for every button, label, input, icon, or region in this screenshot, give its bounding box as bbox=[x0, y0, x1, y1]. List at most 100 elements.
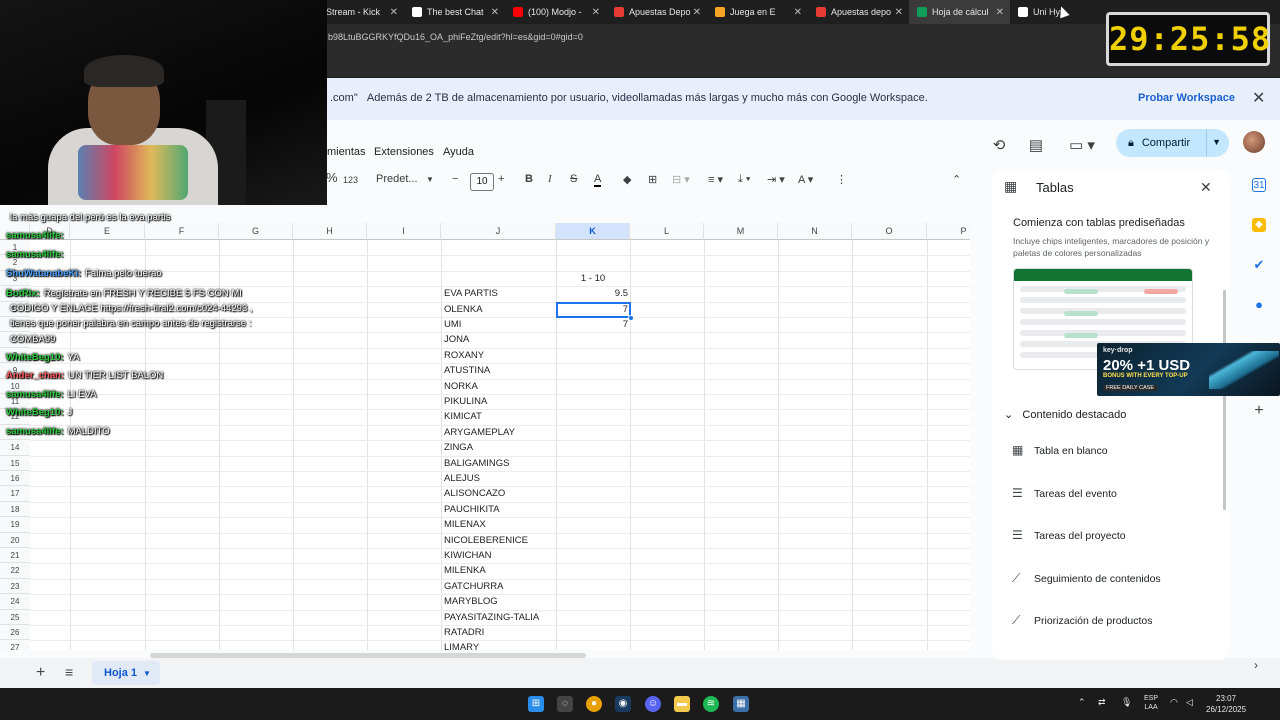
cell-score[interactable] bbox=[558, 440, 628, 455]
cell-score[interactable] bbox=[558, 610, 628, 625]
close-tab-icon[interactable]: ✕ bbox=[693, 7, 701, 18]
column-header[interactable]: M bbox=[704, 223, 778, 240]
panel-template-item[interactable]: ⟋ Seguimiento de contenidos bbox=[1012, 571, 1161, 586]
row-header[interactable]: 18 bbox=[0, 501, 30, 518]
cell-score[interactable] bbox=[558, 425, 628, 440]
chevron-down-icon[interactable]: ▼ bbox=[143, 669, 151, 678]
tray-chevron-icon[interactable]: ⌃ bbox=[1078, 697, 1086, 708]
row-header[interactable]: 21 bbox=[0, 548, 30, 564]
close-tab-icon[interactable]: ✕ bbox=[895, 7, 903, 18]
font-size-input[interactable]: 10 bbox=[470, 173, 494, 191]
cell-name[interactable]: KIWICHAN bbox=[444, 548, 492, 563]
close-tab-icon[interactable]: ✕ bbox=[592, 7, 600, 18]
url-text[interactable]: b98LtuBGGRKYfQDu16_OA_phiFeZtg/edit?hl=e… bbox=[328, 32, 583, 42]
font-select[interactable]: Predet... bbox=[376, 173, 418, 185]
contacts-icon[interactable]: ● bbox=[1252, 298, 1266, 312]
close-panel-icon[interactable]: ✕ bbox=[1200, 179, 1212, 196]
row-header[interactable]: 15 bbox=[0, 455, 30, 471]
chevron-down-icon[interactable]: ▼ bbox=[1212, 137, 1221, 147]
cell-score[interactable] bbox=[558, 348, 628, 363]
cell-score[interactable] bbox=[558, 363, 628, 378]
close-tab-icon[interactable]: ✕ bbox=[491, 7, 499, 18]
close-tab-icon[interactable]: ✕ bbox=[996, 7, 1004, 18]
sheet-tab[interactable]: Hoja 1 ▼ bbox=[92, 661, 160, 685]
cell-score[interactable] bbox=[558, 394, 628, 409]
cell-score[interactable] bbox=[558, 486, 628, 501]
column-header[interactable]: L bbox=[630, 223, 704, 240]
cell-name[interactable]: ALEJUS bbox=[444, 471, 480, 486]
mic-icon[interactable]: 🎙︎ bbox=[1121, 697, 1132, 708]
column-header[interactable]: P bbox=[927, 223, 970, 240]
cell-score[interactable] bbox=[558, 456, 628, 471]
cell-score[interactable] bbox=[558, 517, 628, 532]
share-button[interactable]: 🔒︎ Compartir ▼ bbox=[1116, 129, 1229, 157]
cell-name[interactable]: EVA PARTIS bbox=[444, 286, 498, 301]
text-wrap-icon[interactable]: ⇥ ▾ bbox=[767, 173, 785, 186]
spotify-icon[interactable]: ≋ bbox=[703, 696, 719, 712]
cell-score[interactable] bbox=[558, 471, 628, 486]
meet-icon[interactable]: ▭ ▾ bbox=[1064, 135, 1100, 157]
vertical-align-icon[interactable]: ⤓ ▾ bbox=[738, 173, 751, 186]
start-icon[interactable]: ⊞ bbox=[528, 696, 544, 712]
cell-score[interactable] bbox=[558, 409, 628, 424]
decrease-font-icon[interactable]: − bbox=[452, 173, 458, 185]
wifi-icon[interactable]: ◠ bbox=[1170, 697, 1178, 708]
folder-icon[interactable]: ▬ bbox=[674, 696, 690, 712]
cell-score[interactable]: 9.5 bbox=[558, 286, 628, 301]
more-options-icon[interactable]: ⋮ bbox=[836, 173, 847, 186]
steam-icon[interactable]: ◉ bbox=[615, 696, 631, 712]
merge-cells-icon[interactable]: ⊟ ▾ bbox=[672, 173, 690, 186]
add-addon-icon[interactable]: + bbox=[1252, 403, 1266, 419]
menu-help[interactable]: Ayuda bbox=[443, 146, 474, 158]
clock[interactable]: 23:07 26/12/2025 bbox=[1206, 693, 1246, 715]
cell-name[interactable]: ROXANY bbox=[444, 348, 484, 363]
browser-tab[interactable]: Apuestas depo ✕ bbox=[808, 0, 909, 24]
language-indicator[interactable]: ESP LAA bbox=[1144, 694, 1158, 712]
row-header[interactable]: 24 bbox=[0, 594, 30, 610]
align-icon[interactable]: ≡ ▾ bbox=[708, 173, 723, 186]
column-header[interactable]: K bbox=[556, 223, 630, 240]
cell-name[interactable]: BALIGAMINGS bbox=[444, 456, 509, 471]
cell-score[interactable] bbox=[558, 379, 628, 394]
collapse-toolbar-icon[interactable]: ⌃ bbox=[952, 173, 961, 186]
browser-tab[interactable]: Juega en E ✕ bbox=[707, 0, 808, 24]
panel-template-item[interactable]: ☰ Tareas del evento bbox=[1012, 486, 1117, 500]
row-header[interactable]: 17 bbox=[0, 486, 30, 502]
cell-score[interactable] bbox=[558, 640, 628, 650]
avatar[interactable] bbox=[1243, 131, 1265, 153]
cell-score[interactable] bbox=[558, 625, 628, 640]
text-color-button[interactable]: A bbox=[594, 173, 602, 187]
cell-name[interactable]: OLENKA bbox=[444, 302, 483, 317]
cell-name[interactable]: NICOLEBERENICE bbox=[444, 533, 528, 548]
panel-template-item[interactable]: ▦ Tabla en blanco bbox=[1012, 443, 1108, 457]
cell-score[interactable] bbox=[558, 533, 628, 548]
menu-extensions[interactable]: Extensiones bbox=[374, 146, 434, 158]
close-banner-icon[interactable]: ✕ bbox=[1252, 88, 1265, 108]
cell-name[interactable]: LIMARY bbox=[444, 640, 479, 650]
cell-score[interactable] bbox=[558, 548, 628, 563]
browser-tab[interactable]: (100) Modjo - ✕ bbox=[505, 0, 606, 24]
cell-name[interactable]: MILENKA bbox=[444, 563, 486, 578]
panel-template-item[interactable]: ☰ Tareas del proyecto bbox=[1012, 528, 1126, 542]
keep-icon[interactable]: ◆ bbox=[1252, 218, 1266, 232]
cell-score[interactable] bbox=[558, 594, 628, 609]
add-sheet-icon[interactable]: + bbox=[36, 664, 45, 682]
cell-name[interactable]: UMI bbox=[444, 317, 461, 332]
panel-template-item[interactable]: ⟋ Priorización de productos bbox=[1012, 613, 1152, 628]
panel-scrollbar[interactable] bbox=[1223, 290, 1226, 510]
zoom-icon[interactable]: % bbox=[326, 170, 338, 185]
column-header[interactable]: O bbox=[852, 223, 927, 240]
history-icon[interactable]: ⟲ bbox=[988, 135, 1010, 157]
column-header[interactable]: I bbox=[367, 223, 441, 240]
cell-name[interactable]: ALISONCAZO bbox=[444, 486, 505, 501]
row-header[interactable]: 27 bbox=[0, 640, 30, 650]
row-header[interactable]: 22 bbox=[0, 563, 30, 579]
browser-tab[interactable]: Hoja de cálcul ✕ bbox=[909, 0, 1010, 24]
row-header[interactable]: 25 bbox=[0, 609, 30, 625]
cell-name[interactable]: PIKULINA bbox=[444, 394, 487, 409]
cell-score[interactable] bbox=[558, 240, 628, 255]
comments-icon[interactable]: ▤ bbox=[1025, 135, 1047, 157]
close-tab-icon[interactable]: ✕ bbox=[390, 7, 398, 18]
featured-section-toggle[interactable]: ⌄ Contenido destacado bbox=[1004, 408, 1126, 421]
cell-score[interactable] bbox=[558, 563, 628, 578]
